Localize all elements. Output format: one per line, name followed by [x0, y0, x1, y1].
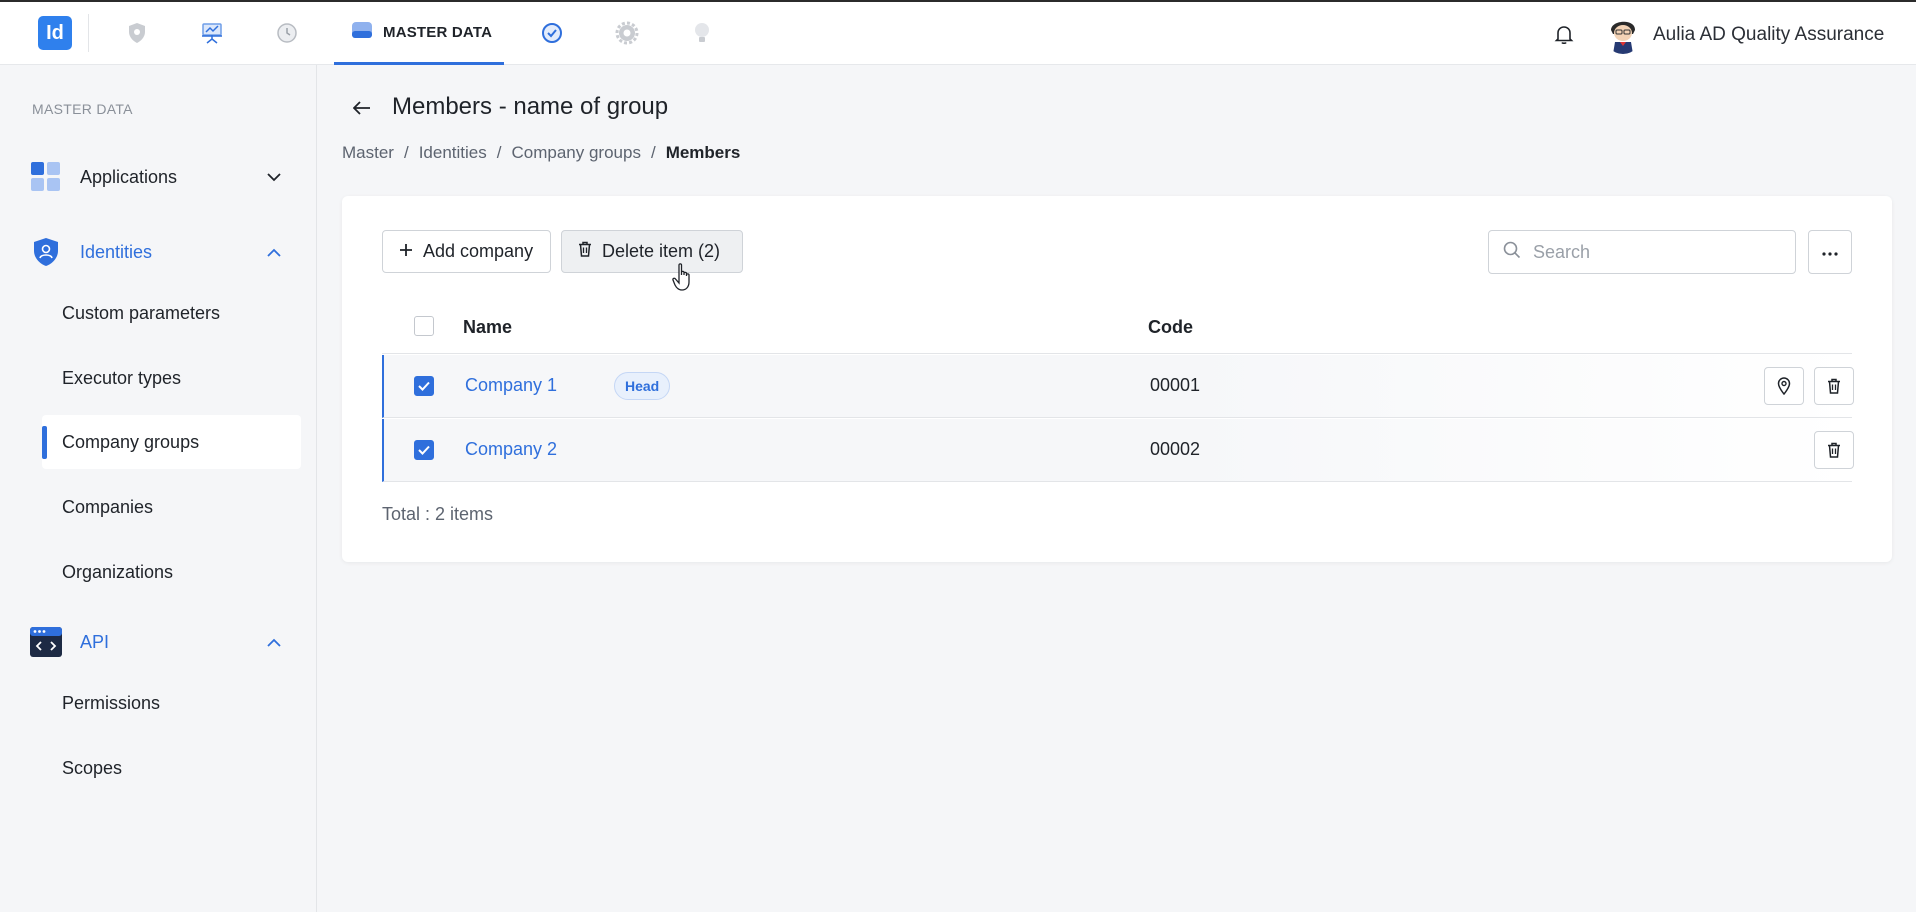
- breadcrumb-current: Members: [665, 143, 741, 162]
- head-badge: Head: [614, 372, 671, 400]
- total-count: Total : 2 items: [382, 504, 494, 524]
- avatar[interactable]: [1604, 14, 1642, 54]
- members-card: Add company Delete item (2) Name Code Co…: [342, 196, 1892, 562]
- breadcrumb-separator: /: [496, 143, 502, 162]
- set-head-button[interactable]: [1764, 367, 1804, 405]
- user-name[interactable]: Aulia AD Quality Assurance: [1653, 24, 1884, 46]
- sidebar-item-custom-parameters[interactable]: Custom parameters: [42, 286, 301, 340]
- chevron-down-icon: [262, 165, 286, 189]
- sidebar-item-organizations[interactable]: Organizations: [42, 545, 301, 599]
- sidebar-group-api[interactable]: API: [30, 620, 286, 664]
- plus-icon: [399, 241, 413, 262]
- company-name-link[interactable]: Company 2: [465, 439, 557, 460]
- add-company-label: Add company: [423, 241, 534, 261]
- shield-user-icon: [30, 236, 62, 268]
- database-icon: [351, 19, 373, 46]
- history-icon[interactable]: [274, 20, 300, 46]
- bell-icon[interactable]: [1552, 22, 1578, 48]
- row-checkbox[interactable]: [414, 440, 434, 460]
- sidebar: MASTER DATA Applications Identities Cust…: [0, 65, 317, 912]
- sidebar-group-label: API: [80, 631, 110, 652]
- check-icon: [418, 381, 430, 391]
- sidebar-item-executor-types[interactable]: Executor types: [42, 351, 301, 405]
- grid-icon: [30, 161, 62, 193]
- settings-icon[interactable]: [614, 20, 640, 46]
- sidebar-item-permissions[interactable]: Permissions: [42, 676, 301, 730]
- sidebar-group-label: Applications: [80, 166, 178, 187]
- shield-icon[interactable]: [124, 20, 150, 46]
- tab-master-data[interactable]: MASTER DATA: [334, 2, 504, 65]
- delete-row-button[interactable]: [1814, 431, 1854, 469]
- company-code: 00001: [1150, 375, 1201, 395]
- app-logo[interactable]: Id: [38, 16, 72, 50]
- company-code: 00002: [1150, 439, 1201, 459]
- column-header-code[interactable]: Code: [1148, 317, 1193, 338]
- search-input[interactable]: [1533, 241, 1763, 263]
- row-checkbox[interactable]: [414, 376, 434, 396]
- sidebar-item-company-groups[interactable]: Company groups: [42, 415, 301, 469]
- page-title: Members - name of group: [392, 93, 669, 120]
- divider: [88, 14, 89, 52]
- back-arrow-icon[interactable]: [350, 96, 374, 120]
- code-window-icon: [30, 626, 62, 658]
- delete-items-label: Delete item (2): [602, 241, 721, 261]
- sidebar-item-scopes[interactable]: Scopes: [42, 741, 301, 795]
- bulb-icon[interactable]: [689, 20, 715, 46]
- table-row[interactable]: Company 2 00002: [382, 419, 1854, 482]
- location-pin-icon: [1777, 377, 1791, 395]
- breadcrumb: Master / Identities / Company groups / M…: [342, 143, 740, 163]
- delete-row-button[interactable]: [1814, 367, 1854, 405]
- sidebar-group-identities[interactable]: Identities: [30, 230, 286, 274]
- hand-cursor-icon: [672, 262, 698, 294]
- trash-icon: [1828, 378, 1840, 394]
- sidebar-caption: MASTER DATA: [32, 101, 133, 117]
- delete-items-button[interactable]: Delete item (2): [561, 230, 743, 273]
- more-horizontal-icon: [1822, 243, 1838, 261]
- sidebar-item-companies[interactable]: Companies: [42, 480, 301, 534]
- chevron-up-icon: [262, 240, 286, 264]
- breadcrumb-item[interactable]: Master: [342, 143, 394, 163]
- company-name-link[interactable]: Company 1: [465, 375, 557, 396]
- breadcrumb-item[interactable]: Company groups: [511, 143, 640, 163]
- table-header: Name Code: [382, 298, 1852, 354]
- sidebar-group-applications[interactable]: Applications: [30, 155, 286, 199]
- search-box[interactable]: [1488, 230, 1796, 274]
- trash-icon: [1828, 442, 1840, 458]
- add-company-button[interactable]: Add company: [382, 230, 551, 273]
- check-icon: [418, 445, 430, 455]
- breadcrumb-separator: /: [650, 143, 656, 162]
- sidebar-group-label: Identities: [80, 241, 153, 262]
- select-all-checkbox[interactable]: [414, 316, 434, 336]
- search-icon: [1503, 241, 1521, 264]
- verified-icon[interactable]: [539, 20, 565, 46]
- top-bar: Id MASTER DATA Aulia AD Quality Assuranc…: [0, 0, 1916, 65]
- table-row[interactable]: Company 1 Head 00001: [382, 355, 1854, 418]
- column-header-name[interactable]: Name: [463, 317, 512, 338]
- tab-label: MASTER DATA: [383, 23, 493, 41]
- breadcrumb-item[interactable]: Identities: [419, 143, 487, 163]
- chevron-up-icon: [262, 630, 286, 654]
- breadcrumb-separator: /: [403, 143, 409, 162]
- presentation-icon[interactable]: [199, 20, 225, 46]
- more-options-button[interactable]: [1808, 230, 1852, 274]
- trash-icon: [578, 241, 592, 262]
